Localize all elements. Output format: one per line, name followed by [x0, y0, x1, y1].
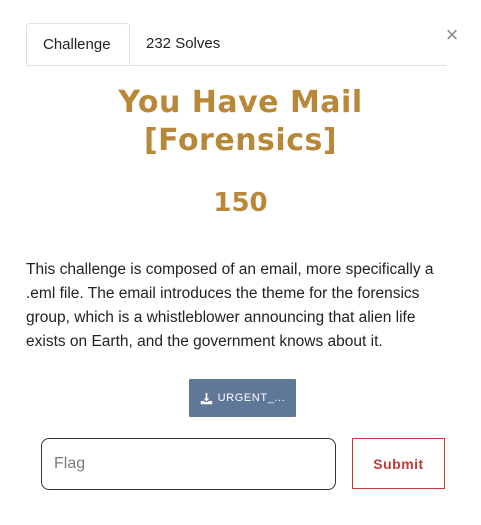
tab-challenge[interactable]: Challenge	[26, 23, 130, 65]
challenge-title: You Have Mail [Forensics]	[0, 84, 481, 160]
download-file-label: URGENT_...	[217, 392, 286, 404]
tab-solves[interactable]: 232 Solves	[130, 23, 270, 64]
submit-button[interactable]: Submit	[352, 438, 445, 489]
challenge-modal: × Challenge 232 Solves You Have Mail [Fo…	[0, 0, 481, 525]
tab-bar: Challenge 232 Solves	[26, 23, 446, 66]
challenge-description: This challenge is composed of an email, …	[26, 261, 434, 350]
challenge-title-line1: You Have Mail	[118, 85, 363, 120]
flag-input[interactable]	[41, 438, 336, 490]
challenge-title-line2: [Forensics]	[143, 123, 338, 158]
download-file-button[interactable]: URGENT_...	[189, 379, 296, 417]
challenge-points: 150	[213, 188, 268, 218]
download-icon	[200, 392, 212, 404]
